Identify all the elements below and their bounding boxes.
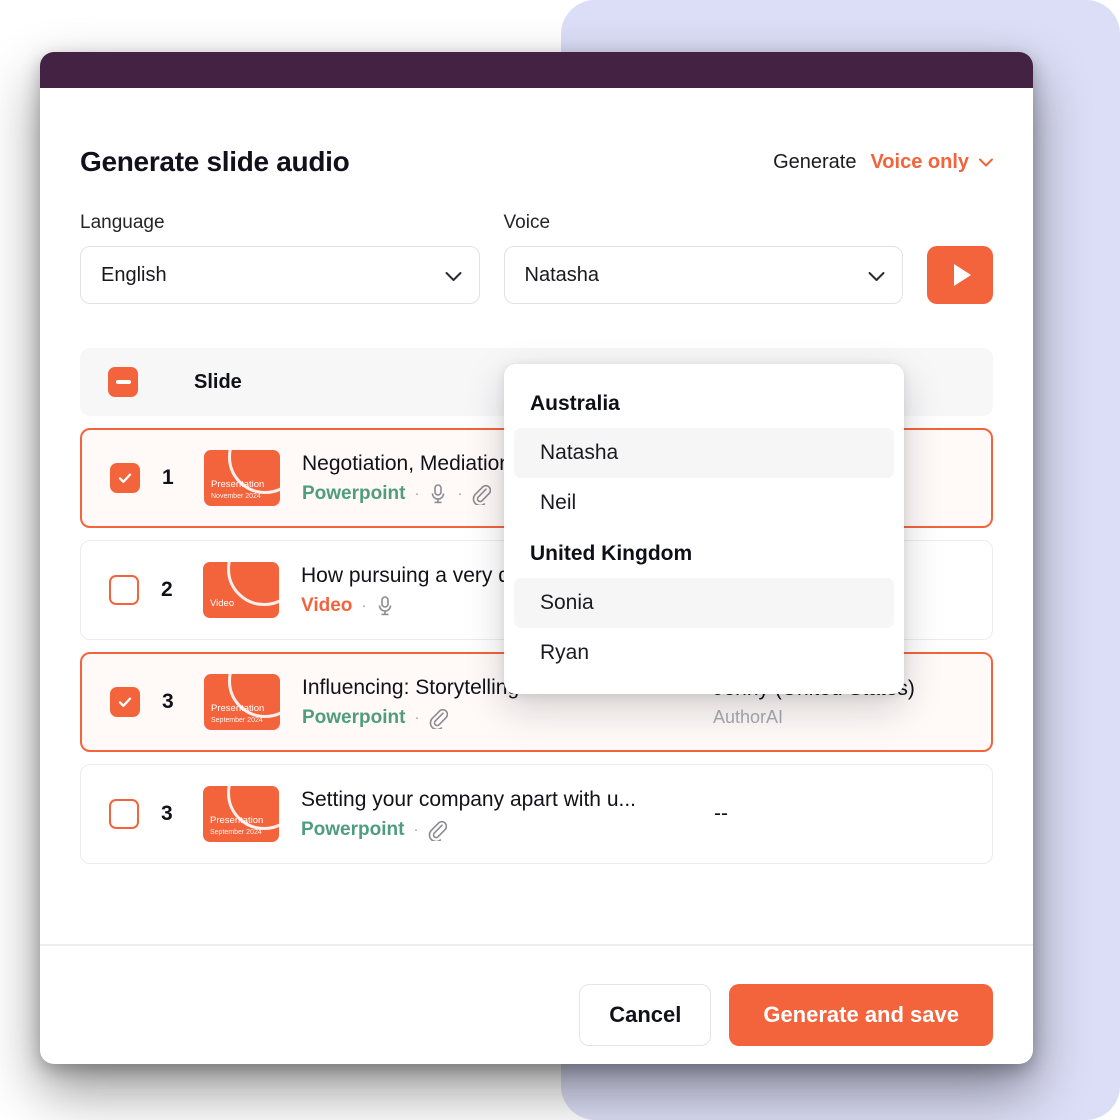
separator-dot: · — [414, 485, 420, 502]
row-number: 3 — [161, 802, 173, 825]
row-meta: Powerpoint · — [301, 818, 714, 842]
row-meta: Powerpoint · — [302, 706, 713, 730]
screenshot-root: Generate slide audio Generate Voice only… — [0, 0, 1120, 1120]
thumbnail-kind-label: Presentation — [211, 703, 265, 714]
row-file-type: Video — [301, 594, 353, 616]
row-voice-name: -- — [714, 802, 728, 825]
slide-thumbnail: Presentation November 2024 — [204, 450, 280, 506]
modal-body: Generate slide audio Generate Voice only… — [40, 88, 1033, 1064]
footer-divider — [40, 944, 1033, 946]
row-checkbox[interactable] — [109, 799, 139, 829]
slide-thumbnail: Presentation September 2024 — [204, 674, 280, 730]
row-title: Setting your company apart with u... — [301, 787, 637, 811]
cancel-button[interactable]: Cancel — [579, 984, 712, 1046]
slide-thumbnail: Video — [203, 562, 279, 618]
thumbnail-date-label: September 2024 — [211, 717, 263, 724]
chevron-down-icon — [445, 271, 462, 281]
thumbnail-kind-label: Presentation — [210, 815, 264, 826]
table-row[interactable]: 3 Presentation September 2024 Setting your … — [80, 764, 993, 864]
row-checkbox[interactable] — [110, 463, 140, 493]
row-checkbox[interactable] — [110, 687, 140, 717]
language-field: Language English — [80, 212, 480, 304]
play-icon — [953, 264, 971, 286]
language-value: English — [101, 263, 167, 286]
row-voice-source: AuthorAI — [713, 706, 784, 727]
voice-label: Voice — [503, 212, 551, 233]
paperclip-icon[interactable] — [427, 819, 448, 842]
row-checkbox[interactable] — [109, 575, 139, 605]
separator-dot: · — [457, 485, 463, 502]
microphone-icon[interactable] — [428, 483, 448, 505]
row-number: 3 — [162, 690, 174, 713]
separator-dot: · — [413, 821, 419, 838]
generate-mode-dropdown[interactable]: Voice only — [870, 151, 993, 174]
modal-title-bar — [40, 52, 1033, 88]
row-number: 2 — [161, 578, 173, 601]
voice-select[interactable]: Natasha — [503, 246, 904, 304]
generate-slide-audio-modal: Generate slide audio Generate Voice only… — [40, 52, 1033, 1064]
select-all-checkbox[interactable] — [108, 367, 138, 397]
slide-thumbnail: Presentation September 2024 — [203, 786, 279, 842]
row-voice-cell: -- — [714, 802, 964, 826]
preview-voice-button[interactable] — [927, 246, 993, 304]
row-file-type: Powerpoint — [301, 818, 405, 840]
chevron-down-icon — [979, 158, 993, 167]
voice-option[interactable]: Natasha — [514, 428, 894, 478]
row-number: 1 — [162, 466, 174, 489]
row-file-type: Powerpoint — [302, 706, 406, 728]
voice-group-label: United Kingdom — [530, 542, 693, 565]
form-fields: Language English Voice Natasha — [80, 212, 993, 304]
voice-group-label: Australia — [530, 392, 620, 415]
generate-and-save-button[interactable]: Generate and save — [729, 984, 993, 1046]
thumbnail-date-label: September 2024 — [210, 829, 262, 836]
voice-option[interactable]: Neil — [514, 478, 894, 528]
chevron-down-icon — [868, 271, 885, 281]
thumbnail-kind-label: Presentation — [211, 479, 265, 490]
thumbnail-date-label: November 2024 — [211, 493, 261, 500]
thumbnail-arc-icon — [227, 562, 279, 606]
thumbnail-kind-label: Video — [210, 598, 235, 609]
generate-label: Generate — [773, 150, 857, 173]
voice-field: Voice Natasha — [503, 212, 904, 304]
separator-dot: · — [361, 597, 367, 614]
row-file-type: Powerpoint — [302, 482, 406, 504]
minus-icon — [115, 380, 131, 384]
modal-footer: Cancel Generate and save — [579, 984, 993, 1046]
language-select[interactable]: English — [80, 246, 480, 304]
voice-option[interactable]: Sonia — [514, 578, 894, 628]
separator-dot: · — [414, 709, 420, 726]
voice-option[interactable]: Ryan — [514, 628, 894, 678]
paperclip-icon[interactable] — [471, 483, 492, 506]
voice-value: Natasha — [524, 263, 600, 286]
generate-mode-group: Generate Voice only — [773, 151, 993, 174]
microphone-icon[interactable] — [375, 595, 395, 617]
paperclip-icon[interactable] — [428, 707, 449, 730]
row-main: Setting your company apart with u... Powe… — [301, 787, 714, 842]
voice-options-list: Australia Natasha Neil United Kingdom Sonia R… — [504, 378, 904, 678]
page-title: Generate slide audio — [80, 146, 350, 177]
modal-header: Generate slide audio Generate Voice only — [80, 88, 993, 178]
column-header-slide: Slide — [194, 370, 242, 393]
voice-options-dropdown: Australia Natasha Neil United Kingdom Sonia R… — [504, 364, 904, 694]
language-label: Language — [80, 212, 165, 233]
generate-mode-value: Voice only — [870, 150, 969, 173]
